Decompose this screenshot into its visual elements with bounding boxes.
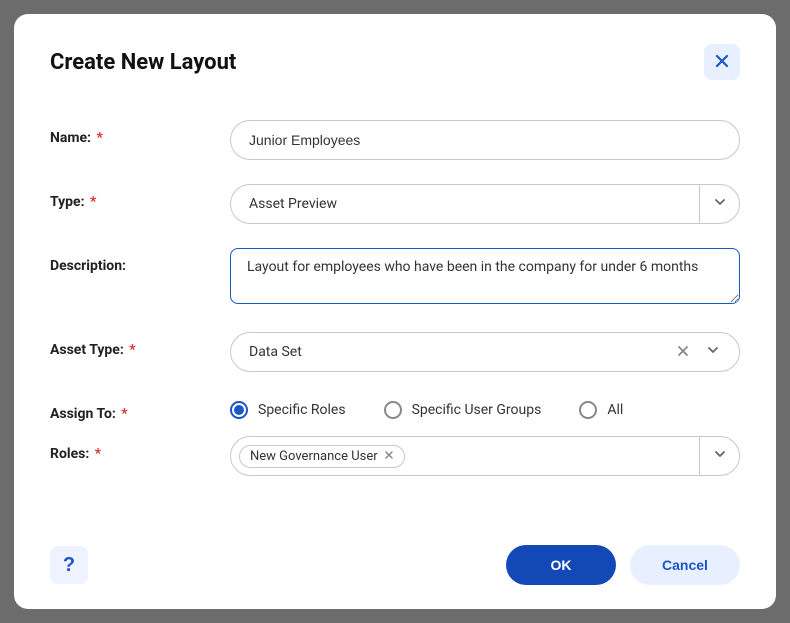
required-marker: *: [126, 342, 136, 358]
name-input[interactable]: [230, 120, 740, 160]
name-label: Name: *: [50, 120, 230, 146]
field-assign-to: Assign To: * Specific Roles Specific Use…: [50, 396, 740, 422]
radio-label: Specific Roles: [258, 402, 346, 418]
required-marker: *: [118, 406, 128, 422]
type-select[interactable]: Asset Preview: [230, 184, 740, 224]
type-select-value: Asset Preview: [231, 185, 699, 223]
asset-type-select[interactable]: Data Set: [230, 332, 740, 372]
roles-toggle[interactable]: [699, 437, 739, 475]
type-select-toggle[interactable]: [699, 185, 739, 223]
form-body: Name: * Type: * Asset Preview: [50, 120, 740, 545]
assign-to-label: Assign To: *: [50, 396, 230, 422]
help-icon: ?: [63, 554, 75, 577]
assign-to-radio-group: Specific Roles Specific User Groups All: [230, 396, 740, 420]
chevron-down-icon: [713, 447, 727, 465]
radio-icon: [384, 401, 402, 419]
footer-actions: OK Cancel: [506, 545, 740, 585]
field-roles: Roles: * New Governance User: [50, 436, 740, 476]
role-chip: New Governance User: [239, 445, 405, 468]
field-description: Description: Layout for employees who ha…: [50, 248, 740, 308]
radio-specific-user-groups[interactable]: Specific User Groups: [384, 401, 542, 419]
close-button[interactable]: [704, 44, 740, 80]
description-textarea[interactable]: Layout for employees who have been in th…: [230, 248, 740, 304]
asset-type-clear-button[interactable]: [671, 342, 695, 363]
close-icon: [384, 450, 394, 460]
asset-type-label: Asset Type: *: [50, 332, 230, 358]
asset-type-value: Data Set: [249, 344, 671, 360]
required-marker: *: [91, 446, 101, 462]
create-layout-modal: Create New Layout Name: * Type: * Asset …: [14, 14, 776, 609]
asset-type-toggle[interactable]: [701, 343, 725, 361]
required-marker: *: [87, 194, 97, 210]
chevron-down-icon: [713, 195, 727, 213]
ok-button[interactable]: OK: [506, 545, 616, 585]
radio-label: Specific User Groups: [412, 402, 542, 418]
roles-multiselect[interactable]: New Governance User: [230, 436, 740, 476]
radio-icon: [579, 401, 597, 419]
modal-title: Create New Layout: [50, 50, 236, 75]
modal-footer: ? OK Cancel: [50, 545, 740, 585]
role-chip-label: New Governance User: [250, 449, 378, 464]
field-asset-type: Asset Type: * Data Set: [50, 332, 740, 372]
type-label: Type: *: [50, 184, 230, 210]
modal-header: Create New Layout: [50, 44, 740, 80]
radio-label: All: [607, 402, 623, 418]
field-name: Name: *: [50, 120, 740, 160]
description-label: Description:: [50, 248, 230, 274]
radio-icon: [230, 401, 248, 419]
field-type: Type: * Asset Preview: [50, 184, 740, 224]
close-icon: [714, 53, 730, 72]
radio-specific-roles[interactable]: Specific Roles: [230, 401, 346, 419]
cancel-button[interactable]: Cancel: [630, 545, 740, 585]
roles-chip-area: New Governance User: [231, 437, 699, 475]
chevron-down-icon: [706, 343, 720, 361]
clear-icon: [676, 342, 690, 363]
help-button[interactable]: ?: [50, 546, 88, 584]
radio-all[interactable]: All: [579, 401, 623, 419]
roles-label: Roles: *: [50, 436, 230, 462]
role-chip-remove[interactable]: [384, 450, 394, 463]
required-marker: *: [93, 130, 103, 146]
